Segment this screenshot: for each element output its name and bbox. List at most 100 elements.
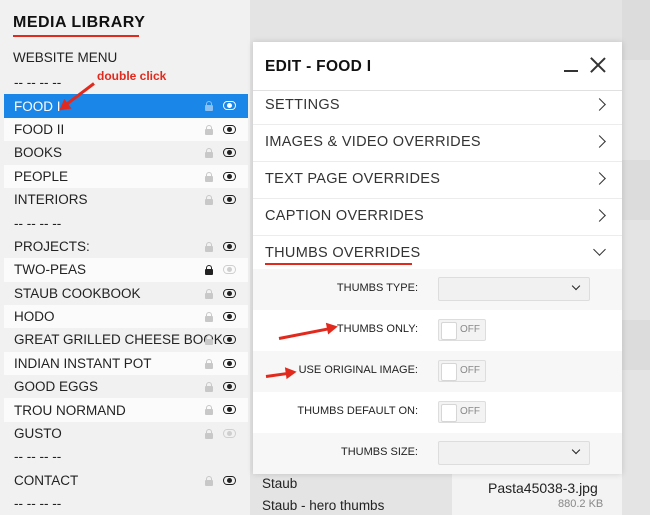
lock-icon[interactable] — [205, 475, 213, 486]
panel-header: EDIT - FOOD I — [253, 42, 622, 91]
section-label: IMAGES & VIDEO OVERRIDES — [265, 134, 481, 150]
sidebar-item-food-ii[interactable]: FOOD II — [4, 117, 248, 142]
lock-icon[interactable] — [205, 382, 213, 393]
toggle-knob — [441, 322, 457, 340]
section-label: THUMBS OVERRIDES — [265, 245, 421, 261]
sidebar-item-label: PEOPLE — [14, 168, 69, 184]
thumbs-default-on-row: THUMBS DEFAULT ON: OFF — [253, 392, 622, 433]
lock-icon[interactable] — [205, 265, 213, 276]
lock-icon[interactable] — [205, 288, 213, 299]
minimize-icon[interactable] — [563, 56, 579, 74]
sidebar-item-food-i[interactable]: FOOD I — [4, 94, 248, 118]
toggle-state: OFF — [460, 365, 480, 376]
section-label: CAPTION OVERRIDES — [265, 208, 424, 224]
close-icon[interactable] — [589, 56, 607, 74]
toggle-knob — [441, 404, 457, 422]
sidebar-item-trou-normand[interactable]: TROU NORMAND — [4, 398, 248, 422]
sidebar-item-label: TWO-PEAS — [14, 262, 87, 278]
sidebar-item-great-grilled-cheese-book[interactable]: GREAT GRILLED CHEESE BOOK — [4, 328, 248, 351]
sidebar-item-label: BOOKS — [14, 145, 63, 161]
sidebar-item-projects[interactable]: PROJECTS: — [4, 235, 248, 258]
sidebar-item-staub-cookbook[interactable]: STAUB COOKBOOK — [4, 282, 248, 305]
sidebar-item-label: PROJECTS: — [14, 238, 90, 254]
thumbs-only-toggle[interactable]: OFF — [438, 319, 486, 341]
section-settings[interactable]: SETTINGS — [253, 87, 622, 125]
panel-title: EDIT - FOOD I — [265, 58, 372, 75]
eye-icon[interactable] — [223, 311, 236, 321]
sidebar-item-label: GUSTO — [14, 426, 62, 442]
sidebar-item-interiors[interactable]: INTERIORS — [4, 188, 248, 211]
sidebar-item-contact[interactable]: CONTACT — [4, 469, 248, 492]
eye-icon[interactable] — [223, 288, 236, 298]
lock-icon[interactable] — [205, 101, 213, 112]
menu-separator: -- -- -- -- — [4, 211, 248, 234]
lock-icon[interactable] — [205, 405, 213, 416]
section-caption-overrides[interactable]: CAPTION OVERRIDES — [253, 198, 622, 236]
eye-icon[interactable] — [223, 241, 236, 251]
thumbs-type-select[interactable] — [438, 277, 590, 301]
sidebar-item-label: -- -- -- -- — [14, 215, 62, 231]
use-original-image-toggle[interactable]: OFF — [438, 360, 486, 382]
gallery-row-staub-hero-thumbs[interactable]: Staub - hero thumbs — [262, 498, 384, 513]
sidebar-item-good-eggs[interactable]: GOOD EGGS — [4, 375, 248, 398]
lock-icon[interactable] — [205, 124, 213, 135]
chevron-right-icon — [593, 98, 606, 111]
lock-icon[interactable] — [205, 358, 213, 369]
chevron-right-icon — [593, 172, 606, 185]
toggle-knob — [441, 363, 457, 381]
use-original-image-row: USE ORIGINAL IMAGE: OFF — [253, 351, 622, 392]
menu-separator: -- -- -- -- — [4, 445, 248, 468]
eye-icon[interactable] — [223, 428, 236, 438]
sidebar-item-label: HODO — [14, 309, 55, 325]
sidebar-item-people[interactable]: PEOPLE — [4, 164, 248, 188]
thumbs-only-label: THUMBS ONLY: — [336, 323, 418, 335]
use-original-image-label: USE ORIGINAL IMAGE: — [298, 364, 418, 376]
chevron-down-icon — [571, 281, 581, 291]
sidebar-item-two-peas[interactable]: TWO-PEAS — [4, 258, 248, 282]
sidebar-item-indian-instant-pot[interactable]: INDIAN INSTANT POT — [4, 351, 248, 376]
eye-icon[interactable] — [223, 381, 236, 392]
thumbs-type-row: THUMBS TYPE: — [253, 269, 622, 310]
lock-icon[interactable] — [205, 148, 213, 159]
eye-icon[interactable] — [223, 264, 236, 275]
eye-icon[interactable] — [223, 124, 236, 134]
section-images-video-overrides[interactable]: IMAGES & VIDEO OVERRIDES — [253, 124, 622, 162]
title-underline — [13, 35, 139, 37]
lock-icon[interactable] — [205, 194, 213, 205]
section-label: SETTINGS — [265, 97, 340, 113]
sidebar-item-hodo[interactable]: HODO — [4, 304, 248, 329]
section-thumbs-overrides[interactable]: THUMBS OVERRIDES — [253, 235, 622, 272]
thumbs-default-on-toggle[interactable]: OFF — [438, 401, 486, 423]
lock-icon[interactable] — [205, 311, 213, 322]
thumbnail-edge — [622, 160, 650, 220]
website-menu-heading: WEBSITE MENU — [13, 50, 118, 65]
eye-icon[interactable] — [223, 194, 236, 204]
eye-icon[interactable] — [223, 358, 236, 368]
section-label: TEXT PAGE OVERRIDES — [265, 171, 441, 187]
eye-icon[interactable] — [223, 404, 236, 415]
sidebar-item-gusto[interactable]: GUSTO — [4, 422, 248, 445]
section-text-page-overrides[interactable]: TEXT PAGE OVERRIDES — [253, 161, 622, 199]
eye-icon[interactable] — [223, 475, 236, 485]
lock-icon[interactable] — [205, 428, 213, 439]
sidebar-item-label: -- -- -- -- — [14, 496, 62, 512]
toggle-state: OFF — [460, 406, 480, 417]
sidebar-item-label: -- -- -- -- — [14, 449, 62, 465]
eye-icon[interactable] — [223, 147, 236, 158]
gallery-row-staub[interactable]: Staub — [262, 476, 297, 491]
lock-icon[interactable] — [205, 171, 213, 182]
chevron-down-icon — [571, 445, 581, 455]
thumbs-size-select[interactable] — [438, 441, 590, 465]
eye-icon[interactable] — [223, 334, 236, 345]
sidebar-item-label: GOOD EGGS — [14, 379, 99, 395]
eye-icon[interactable] — [223, 171, 236, 181]
thumbnail-edge — [622, 320, 650, 370]
lock-icon[interactable] — [205, 335, 213, 346]
page-title: MEDIA LIBRARY — [13, 14, 146, 31]
sidebar-item-books[interactable]: BOOKS — [4, 141, 248, 164]
eye-icon[interactable] — [223, 100, 236, 111]
toggle-state: OFF — [460, 324, 480, 335]
sidebar-item-label: INTERIORS — [14, 192, 88, 208]
sidebar-item-label: FOOD I — [14, 98, 61, 114]
lock-icon[interactable] — [205, 241, 213, 252]
